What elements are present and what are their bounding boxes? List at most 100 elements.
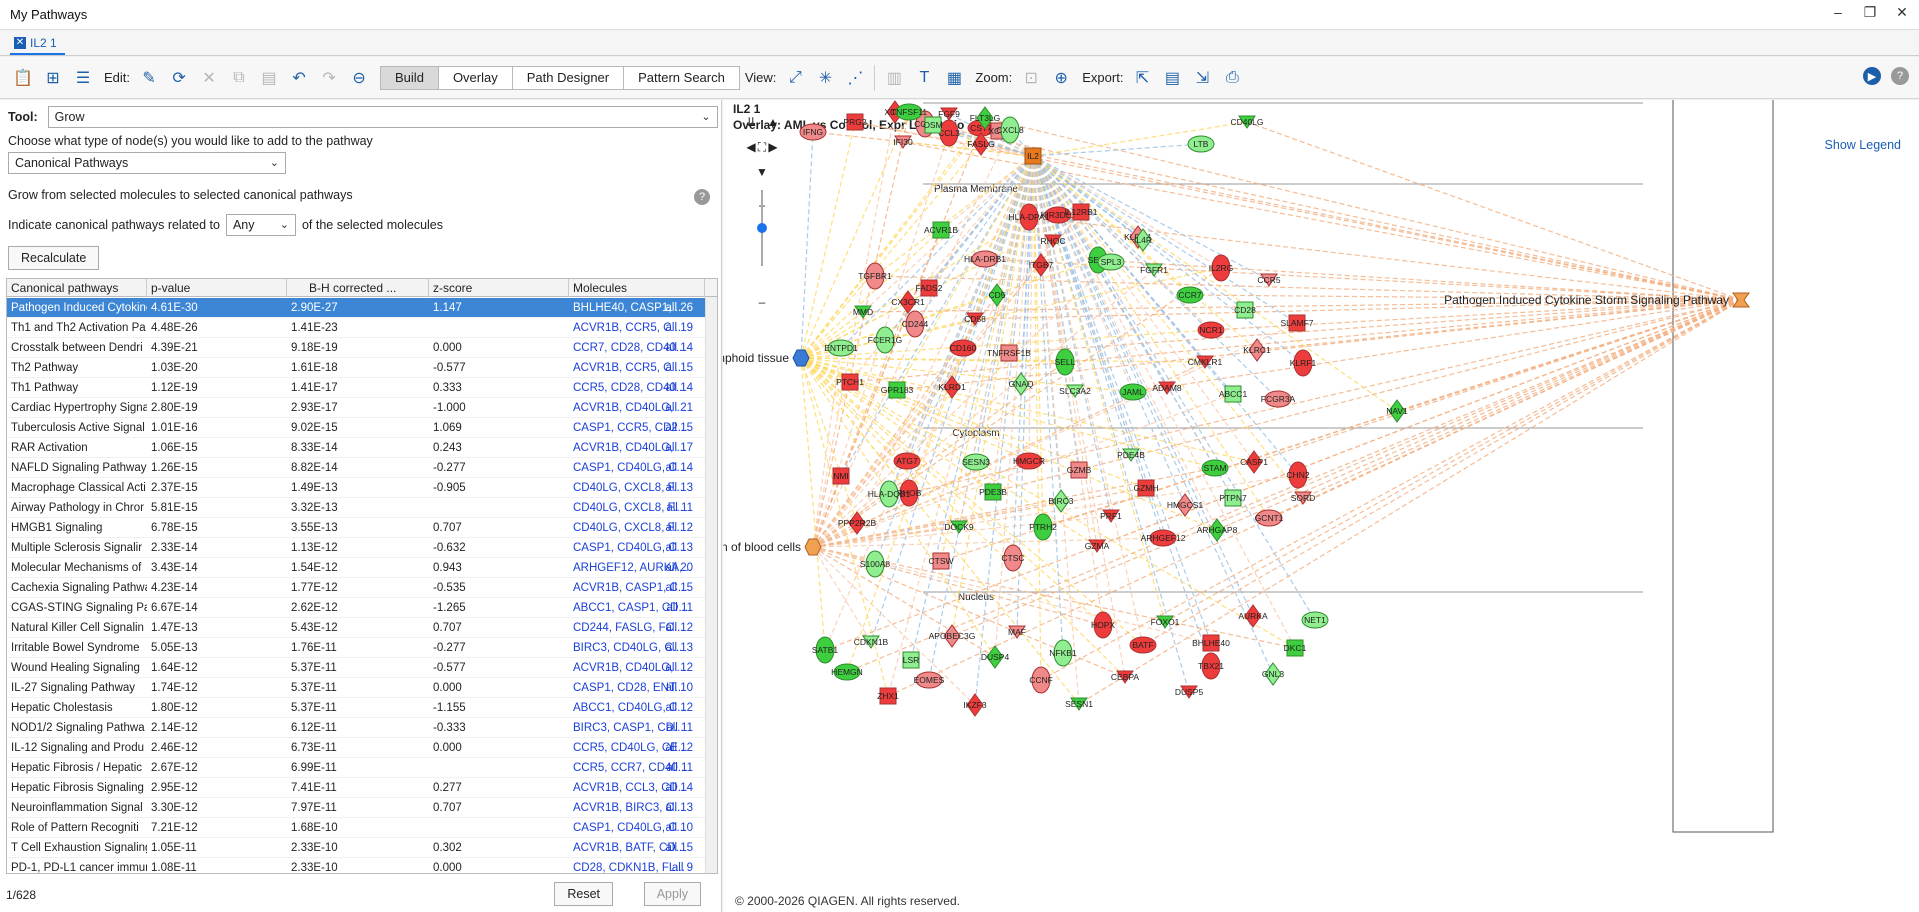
cell-all-link[interactable]: all 10 (662, 818, 694, 838)
function-node-blood[interactable] (804, 538, 822, 556)
table-row[interactable]: Molecular Mechanisms of 3.43E-14 1.54E-12 0… (7, 558, 707, 578)
table-row[interactable]: Tuberculosis Active Signal 1.01E-16 9.02E-… (7, 418, 707, 438)
edit-icon[interactable]: ✎ (138, 67, 160, 89)
col-zscore[interactable]: z-score (429, 279, 569, 297)
cell-all-link[interactable]: all 17 (662, 438, 694, 458)
cell-all-link[interactable]: all 11 (662, 718, 693, 738)
table-row[interactable]: Pathogen Induced Cytokine 4.61E-30 2.90E-2… (7, 298, 707, 318)
cell-all-link[interactable]: all 15 (662, 838, 694, 858)
mode-build[interactable]: Build (380, 65, 439, 90)
add-molecules-icon[interactable]: ⊞ (42, 67, 64, 89)
tab-il2[interactable]: ✕ IL2 1 (10, 33, 65, 55)
help-icon[interactable]: ? (1891, 67, 1909, 85)
cell-all-link[interactable]: all 15 (662, 418, 694, 438)
mode-overlay[interactable]: Overlay (437, 65, 513, 90)
cell-all-link[interactable]: all 13 (662, 478, 694, 498)
close-icon[interactable]: ✕ (1893, 4, 1911, 21)
pathway-canvas[interactable]: IL2 1 Overlay: AML vs Control, Expr Log … (723, 100, 1919, 912)
zoom-out-icon[interactable]: ⊖ (348, 67, 370, 89)
cell-all-link[interactable]: all 14 (662, 778, 694, 798)
table-icon[interactable]: ▦ (943, 67, 965, 89)
cell-all-link[interactable]: all 11 (662, 758, 693, 778)
col-pathways[interactable]: Canonical pathways (7, 279, 147, 297)
recalculate-button[interactable]: Recalculate (8, 246, 100, 270)
cell-all-link[interactable]: all 12 (662, 658, 694, 678)
layout-icon[interactable]: ✳ (814, 67, 836, 89)
node-type-select[interactable]: Canonical Pathways ⌄ (8, 152, 286, 174)
tab-close-icon[interactable]: ✕ (14, 37, 26, 49)
canonical-pathway-node[interactable] (1732, 292, 1750, 308)
table-row[interactable]: Airway Pathology in Chror 5.81E-15 3.32E-1… (7, 498, 707, 518)
play-icon[interactable]: ▶ (1863, 67, 1881, 85)
table-row[interactable]: T Cell Exhaustion Signaling 1.05E-11 2.33E… (7, 838, 707, 858)
apply-button[interactable]: Apply (643, 882, 701, 906)
table-row[interactable]: Hepatic Fibrosis Signaling 2.95E-12 7.41E-… (7, 778, 707, 798)
table-row[interactable]: PD-1, PD-L1 cancer immur 1.08E-11 2.33E-10… (7, 858, 707, 873)
refresh-icon[interactable]: ⟳ (168, 67, 190, 89)
columns-icon[interactable]: ▥ (883, 67, 905, 89)
undo-icon[interactable]: ↶ (288, 67, 310, 89)
restore-icon[interactable]: ❐ (1861, 4, 1879, 21)
network-icon[interactable]: ⋰ (844, 67, 866, 89)
cell-all-link[interactable]: all 20 (662, 558, 694, 578)
cell-all-link[interactable]: all 15 (662, 358, 694, 378)
mode-path-designer[interactable]: Path Designer (511, 65, 625, 90)
list-icon[interactable]: ☰ (72, 67, 94, 89)
table-row[interactable]: CGAS-STING Signaling Pat 6.67E-14 2.62E-12… (7, 598, 707, 618)
col-pvalue[interactable]: p-value (147, 279, 287, 297)
cell-all-link[interactable]: all 11 (662, 598, 693, 618)
cell-all-link[interactable]: all 14 (662, 458, 694, 478)
table-row[interactable]: Neuroinflammation Signal 3.30E-12 7.97E-11… (7, 798, 707, 818)
fit-view-icon[interactable]: ⤢ (784, 67, 806, 89)
table-row[interactable]: Th1 Pathway 1.12E-19 1.41E-17 0.333 CCR5, CD… (7, 378, 707, 398)
cell-all-link[interactable]: all 14 (662, 338, 694, 358)
table-row[interactable]: Th1 and Th2 Activation Pa 4.48E-26 1.41E-2… (7, 318, 707, 338)
delete-icon[interactable]: ✕ (198, 67, 220, 89)
clipboard-icon[interactable]: 📋 (12, 67, 34, 89)
cell-all-link[interactable]: all 13 (662, 798, 694, 818)
redo-icon[interactable]: ↷ (318, 67, 340, 89)
table-row[interactable]: Role of Pattern Recogniti 7.21E-12 1.68E-1… (7, 818, 707, 838)
export-image-icon[interactable]: ⇱ (1131, 67, 1153, 89)
table-row[interactable]: RAR Activation 1.06E-15 8.33E-14 0.243 ACVR1… (7, 438, 707, 458)
minimize-icon[interactable]: – (1829, 4, 1847, 21)
mode-pattern-search[interactable]: Pattern Search (623, 65, 740, 90)
cell-all-link[interactable]: all 12 (662, 738, 694, 758)
export-file-icon[interactable]: ⇲ (1191, 67, 1213, 89)
table-row[interactable]: Cachexia Signaling Pathwa 4.23E-14 1.77E-1… (7, 578, 707, 598)
table-row[interactable]: Multiple Sclerosis Signalir 2.33E-14 1.13E… (7, 538, 707, 558)
zoom-slider-handle[interactable] (757, 223, 767, 233)
table-row[interactable]: Natural Killer Cell Signalin 1.47E-13 5.43… (7, 618, 707, 638)
table-row[interactable]: Cardiac Hypertrophy Signa 2.80E-19 2.93E-1… (7, 398, 707, 418)
export-table-icon[interactable]: ▤ (1161, 67, 1183, 89)
cell-all-link[interactable]: all 11 (662, 498, 693, 518)
cell-all-link[interactable]: all 12 (662, 518, 694, 538)
relation-select[interactable]: Any ⌄ (225, 214, 296, 236)
table-row[interactable]: Wound Healing Signaling 1.64E-12 5.37E-11 -… (7, 658, 707, 678)
cell-all-link[interactable]: all 10 (662, 678, 694, 698)
text-icon[interactable]: T (913, 67, 935, 89)
zoom-in-icon[interactable]: ⊕ (1050, 67, 1072, 89)
paste-icon[interactable]: ▤ (258, 67, 280, 89)
table-row[interactable]: Irritable Bowel Syndrome 5.05E-13 1.76E-11… (7, 638, 707, 658)
table-row[interactable]: HMGB1 Signaling 6.78E-15 3.55E-13 0.707 CD40… (7, 518, 707, 538)
cell-all-link[interactable]: all 21 (662, 398, 694, 418)
cell-all-link[interactable]: all 9 (668, 858, 693, 873)
table-row[interactable]: NOD1/2 Signaling Pathwa 2.14E-12 6.12E-11 -… (7, 718, 707, 738)
table-row[interactable]: IL-12 Signaling and Produ 2.46E-12 6.73E-1… (7, 738, 707, 758)
col-molecules[interactable]: Molecules (569, 279, 705, 297)
table-row[interactable]: Hepatic Cholestasis 1.80E-12 5.37E-11 -1.15… (7, 698, 707, 718)
cell-all-link[interactable]: all 12 (662, 698, 694, 718)
print-icon[interactable]: ⎙ (1221, 67, 1243, 89)
tool-select[interactable]: Grow ⌄ (47, 106, 718, 128)
cell-all-link[interactable]: all 13 (662, 538, 694, 558)
table-row[interactable]: Th2 Pathway 1.03E-20 1.61E-18 -0.577 ACVR1B,… (7, 358, 707, 378)
table-row[interactable]: NAFLD Signaling Pathway 1.26E-15 8.82E-14 -… (7, 458, 707, 478)
network-graph[interactable]: Extracellular SpacePlasma MembraneCytopl… (723, 100, 1919, 890)
help-icon[interactable]: ? (694, 189, 710, 205)
reset-button[interactable]: Reset (554, 882, 613, 906)
function-node-lymphoid[interactable] (792, 349, 810, 367)
table-row[interactable]: Hepatic Fibrosis / Hepatic 2.67E-12 6.99E-… (7, 758, 707, 778)
cell-all-link[interactable]: all 26 (662, 298, 694, 318)
zoom-select-icon[interactable]: ⊡ (1020, 67, 1042, 89)
